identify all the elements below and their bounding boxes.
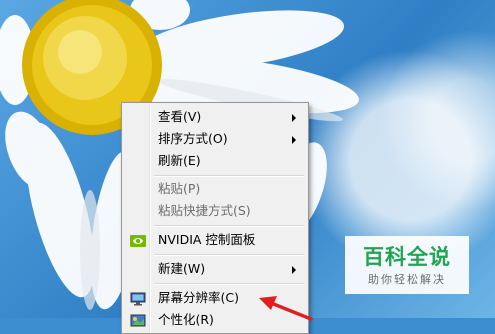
menu-item-label: 查看(V) [158,109,202,124]
menu-separator [154,225,304,227]
menu-item-label: 屏幕分辨率(C) [158,290,239,305]
menu-item-paste[interactable]: 粘贴(P) [124,178,306,200]
submenu-arrow-icon [292,266,296,274]
menu-item-label: 个性化(R) [158,312,214,327]
personalize-icon [130,313,146,333]
watermark-subtitle: 助你轻松解决 [368,273,446,286]
menu-item-nvidia-control-panel[interactable]: NVIDIA 控制面板 [124,229,306,251]
menu-item-label: 粘贴快捷方式(S) [158,203,251,218]
menu-item-refresh[interactable]: 刷新(E) [124,150,306,172]
menu-separator [154,254,304,256]
submenu-arrow-icon [292,114,296,122]
menu-item-view[interactable]: 查看(V) [124,106,306,128]
nvidia-icon [130,233,146,255]
submenu-arrow-icon [292,136,296,144]
menu-item-label: NVIDIA 控制面板 [158,232,256,247]
menu-item-label: 粘贴(P) [158,181,201,196]
watermark-title: 百科全说 [363,245,451,269]
watermark-logo: 百科全说 助你轻松解决 [345,236,469,294]
menu-item-label: 新建(W) [158,261,206,276]
menu-item-label: 排序方式(O) [158,131,228,146]
menu-separator [154,283,304,285]
menu-item-sort-by[interactable]: 排序方式(O) [124,128,306,150]
menu-separator [154,175,304,177]
menu-item-paste-shortcut[interactable]: 粘贴快捷方式(S) [124,200,306,222]
menu-item-label: 刷新(E) [158,153,201,168]
menu-item-new[interactable]: 新建(W) [124,258,306,280]
